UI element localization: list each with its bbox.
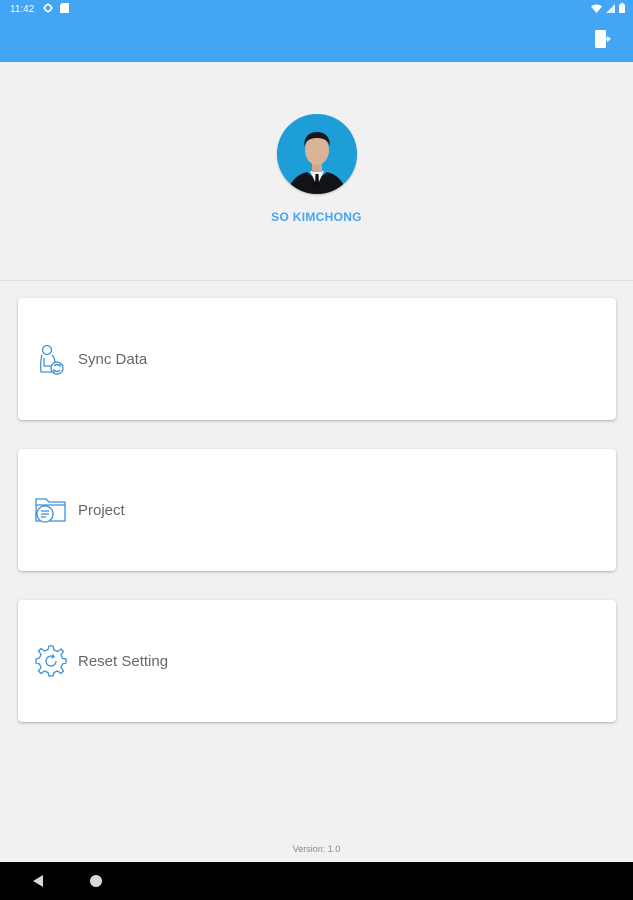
home-icon[interactable]: [90, 875, 102, 887]
sync-data-card[interactable]: Sync Data: [18, 298, 616, 420]
logout-icon: [595, 30, 611, 48]
status-time: 11:42: [10, 4, 35, 15]
status-bar: 11:42: [0, 0, 633, 18]
gear-reset-icon: [34, 644, 68, 678]
user-name: SO KIMCHONG: [271, 210, 362, 224]
avatar[interactable]: [277, 114, 357, 194]
reset-setting-card[interactable]: Reset Setting: [18, 600, 616, 722]
status-icons: [591, 3, 625, 13]
wifi-icon: [591, 4, 602, 13]
sd-card-icon: [60, 3, 69, 16]
gear-icon: [43, 3, 53, 16]
back-icon[interactable]: [32, 874, 44, 893]
profile-section: SO KIMCHONG: [0, 62, 633, 281]
battery-icon: [619, 3, 625, 13]
sync-data-label: Sync Data: [78, 351, 148, 368]
folder-document-icon: [34, 493, 68, 527]
logout-button[interactable]: [593, 28, 615, 50]
signal-icon: [606, 3, 615, 13]
project-card[interactable]: Project: [18, 449, 616, 571]
sync-user-icon: [34, 342, 68, 376]
reset-setting-label: Reset Setting: [78, 653, 169, 670]
project-label: Project: [78, 502, 125, 519]
version-text: Version: 1.0: [292, 844, 341, 854]
system-nav-bar: [0, 862, 633, 900]
app-bar: 11:42: [0, 0, 633, 62]
